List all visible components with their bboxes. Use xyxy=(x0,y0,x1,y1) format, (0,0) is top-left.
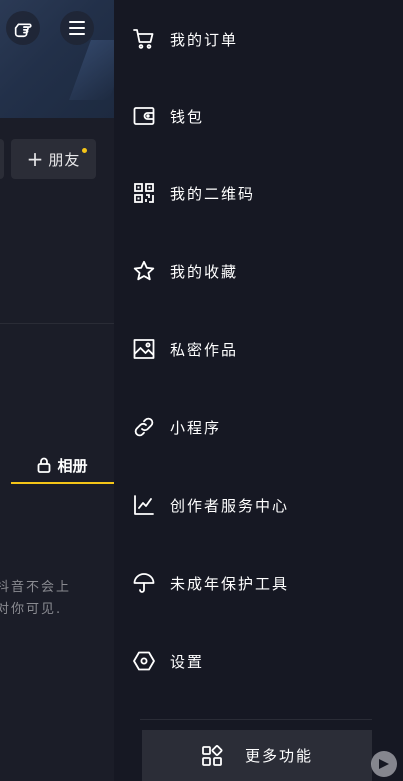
cart-icon xyxy=(132,27,156,51)
more-features-label: 更多功能 xyxy=(244,747,313,765)
private-album-note: 抖音不会上 对你可见. xyxy=(0,577,114,621)
qr-code-icon xyxy=(132,181,156,205)
grid-apps-icon xyxy=(201,744,223,767)
menu-item-favorites[interactable]: 我的收藏 xyxy=(114,246,403,296)
menu-item-label: 我的收藏 xyxy=(170,262,239,281)
menu-item-label: 未成年保护工具 xyxy=(170,574,290,593)
menu-button[interactable] xyxy=(60,11,94,45)
tab-active-indicator xyxy=(11,482,114,484)
corner-watermark xyxy=(371,751,397,777)
chart-icon xyxy=(132,493,156,517)
hand-pointer-icon xyxy=(14,23,32,38)
more-features-button[interactable]: 更多功能 xyxy=(142,730,372,781)
album-tab-label: 相册 xyxy=(57,456,88,475)
menu-item-label: 我的二维码 xyxy=(170,184,256,203)
menu-item-creator-center[interactable]: 创作者服务中心 xyxy=(114,480,403,530)
plus-icon: + xyxy=(26,147,45,171)
profile-page-background: + 朋友 相册 抖音不会上 对你可见. xyxy=(0,0,114,781)
menu-item-label: 小程序 xyxy=(170,418,222,437)
add-friend-button[interactable]: + 朋友 xyxy=(11,139,96,179)
private-note-line-2: 对你可见. xyxy=(0,602,63,617)
tab-album[interactable]: 相册 xyxy=(11,446,114,484)
notification-dot xyxy=(82,148,87,153)
menu-item-mini-programs[interactable]: 小程序 xyxy=(114,402,403,452)
menu-item-label: 创作者服务中心 xyxy=(170,496,290,515)
menu-item-label: 钱包 xyxy=(170,107,205,126)
menu-item-qr-code[interactable]: 我的二维码 xyxy=(114,168,403,218)
umbrella-icon xyxy=(132,571,156,595)
profile-divider xyxy=(0,323,114,324)
add-friend-label: 朋友 xyxy=(48,150,81,169)
settings-hexagon-icon xyxy=(132,649,156,673)
hand-pointer-button[interactable] xyxy=(6,11,40,45)
profile-cover-image xyxy=(0,0,114,118)
menu-item-private-works[interactable]: 私密作品 xyxy=(114,324,403,374)
menu-item-label: 私密作品 xyxy=(170,340,239,359)
private-note-line-1: 抖音不会上 xyxy=(0,580,72,595)
menu-item-label: 我的订单 xyxy=(170,30,239,49)
star-icon xyxy=(132,259,156,283)
watermark-logo xyxy=(371,751,397,777)
hamburger-menu-icon xyxy=(69,21,85,35)
edit-profile-button-edge[interactable] xyxy=(0,139,4,179)
drawer-divider xyxy=(140,719,372,720)
image-icon xyxy=(132,337,156,361)
cover-decoration xyxy=(69,40,114,100)
menu-item-settings[interactable]: 设置 xyxy=(114,636,403,686)
side-drawer-menu: 我的订单 钱包 我的二维码 我的收藏 私密作品 小程序 创作者服务中心 未成年保… xyxy=(114,0,403,781)
menu-item-wallet[interactable]: 钱包 xyxy=(114,91,403,141)
menu-item-orders[interactable]: 我的订单 xyxy=(114,14,403,64)
menu-item-minor-protection[interactable]: 未成年保护工具 xyxy=(114,558,403,608)
menu-item-label: 设置 xyxy=(170,652,205,671)
wallet-icon xyxy=(132,104,156,128)
link-icon xyxy=(132,415,156,439)
lock-icon xyxy=(37,457,51,473)
